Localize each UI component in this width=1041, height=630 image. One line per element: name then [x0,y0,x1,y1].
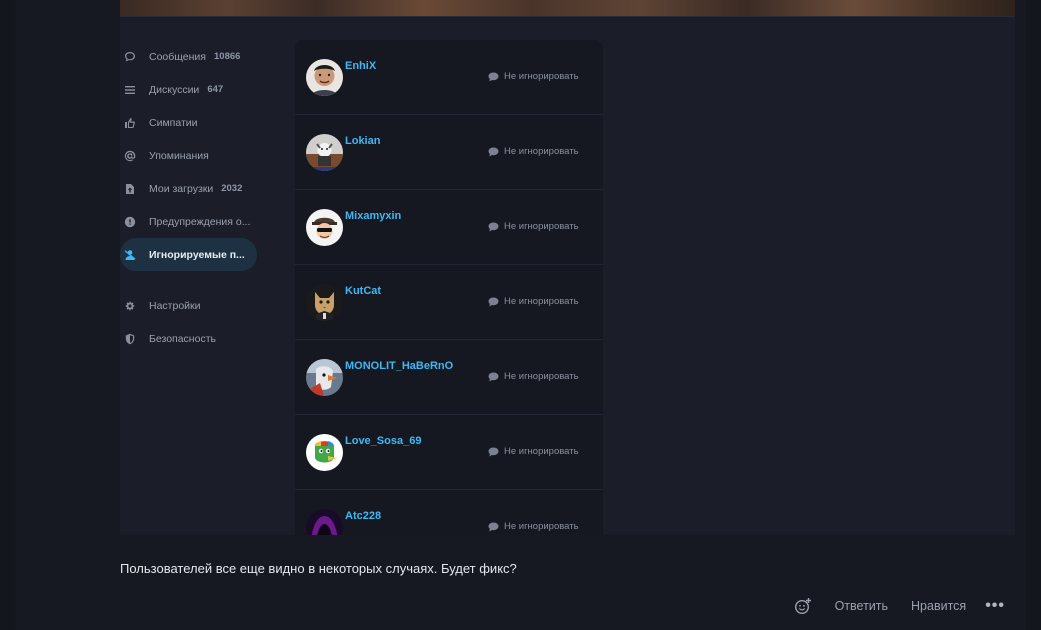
add-reaction-icon[interactable] [794,597,812,615]
shield-icon [123,332,137,346]
gear-icon [123,299,137,313]
speech-bubble-icon [488,72,499,81]
sidebar-item-uploads[interactable]: Мои загрузки 2032 [120,172,260,205]
list-item: KutCat Не игнорировать [295,265,603,340]
username-link[interactable]: Atc228 [345,510,381,522]
like-button[interactable]: Нравится [911,599,966,613]
sidebar-item-label: Сообщения [149,50,206,63]
embedded-screenshot: Сообщения 10866 Дискуссии 647 Симпатии У… [120,0,1015,535]
avatar[interactable] [306,134,343,171]
unignore-button[interactable]: Не игнорировать [488,71,579,82]
unignore-label: Не игнорировать [504,146,579,157]
account-sidebar: Сообщения 10866 Дискуссии 647 Симпатии У… [120,40,260,355]
unignore-button[interactable]: Не игнорировать [488,146,579,157]
profile-banner [120,0,1015,17]
reply-button[interactable]: Ответить [835,599,888,613]
thumbs-up-icon [123,116,137,130]
unignore-label: Не игнорировать [504,446,579,457]
alert-circle-icon [123,215,137,229]
unignore-button[interactable]: Не игнорировать [488,221,579,232]
sidebar-divider [120,271,260,289]
sidebar-item-likes[interactable]: Симпатии [120,106,260,139]
sidebar-item-label: Мои загрузки [149,182,214,195]
avatar[interactable] [306,284,343,321]
unignore-label: Не игнорировать [504,371,579,382]
post-message-text: Пользователей все еще видно в некоторых … [120,561,517,576]
list-item: Love_Sosa_69 Не игнорировать [295,415,603,490]
list-item: Atc228 Не игнорировать [295,490,603,535]
sidebar-item-label: Симпатии [149,116,198,129]
sidebar-item-count: 647 [207,84,224,95]
sidebar-item-label: Дискуссии [149,83,200,96]
speech-bubble-icon [488,522,499,531]
sidebar-item-label: Игнорируемые п... [149,248,245,261]
username-link[interactable]: Lokian [345,135,380,147]
sidebar-item-settings[interactable]: Настройки [120,289,260,322]
username-link[interactable]: KutCat [345,285,381,297]
sidebar-item-discussions[interactable]: Дискуссии 647 [120,73,260,106]
sidebar-item-label: Настройки [149,299,201,312]
post-actions: Ответить Нравится ••• [794,597,1005,615]
unignore-label: Не игнорировать [504,221,579,232]
sidebar-item-label: Предупреждения о... [149,215,251,228]
unignore-label: Не игнорировать [504,71,579,82]
file-upload-icon [123,182,137,196]
username-link[interactable]: MONOLIT_HaBeRnO [345,360,453,372]
speech-bubble-icon [123,50,137,64]
sidebar-item-security[interactable]: Безопасность [120,322,260,355]
at-sign-icon [123,149,137,163]
username-link[interactable]: Mixamyxin [345,210,401,222]
avatar[interactable] [306,509,343,535]
more-options-button[interactable]: ••• [985,597,1005,615]
speech-bubble-icon [488,297,499,306]
sidebar-item-count: 10866 [214,51,241,62]
sidebar-item-ignored-users[interactable]: Игнорируемые п... [120,238,257,271]
list-item: Mixamyxin Не игнорировать [295,190,603,265]
sidebar-item-mentions[interactable]: Упоминания [120,139,260,172]
username-link[interactable]: Love_Sosa_69 [345,435,421,447]
list-item: EnhiX Не игнорировать [295,40,603,115]
unignore-button[interactable]: Не игнорировать [488,446,579,457]
list-item: Lokian Не игнорировать [295,115,603,190]
avatar[interactable] [306,59,343,96]
avatar[interactable] [306,434,343,471]
username-link[interactable]: EnhiX [345,60,376,72]
sidebar-item-count: 2032 [221,183,243,194]
avatar[interactable] [306,359,343,396]
list-item: MONOLIT_HaBeRnO Не игнорировать [295,340,603,415]
speech-bubble-icon [488,372,499,381]
ignored-users-list: EnhiX Не игнорировать Lokian Не игнориро… [295,40,603,535]
speech-bubble-icon [488,222,499,231]
sidebar-item-label: Безопасность [149,332,216,345]
unignore-button[interactable]: Не игнорировать [488,371,579,382]
unignore-label: Не игнорировать [504,521,579,532]
sidebar-item-messages[interactable]: Сообщения 10866 [120,40,260,73]
unignore-label: Не игнорировать [504,296,579,307]
unignore-button[interactable]: Не игнорировать [488,521,579,532]
user-ignore-icon [123,248,137,262]
sidebar-item-warnings[interactable]: Предупреждения о... [120,205,260,238]
unignore-button[interactable]: Не игнорировать [488,296,579,307]
speech-bubble-icon [488,147,499,156]
avatar[interactable] [306,209,343,246]
speech-bubble-icon [488,447,499,456]
list-icon [123,83,137,97]
sidebar-item-label: Упоминания [149,149,209,162]
